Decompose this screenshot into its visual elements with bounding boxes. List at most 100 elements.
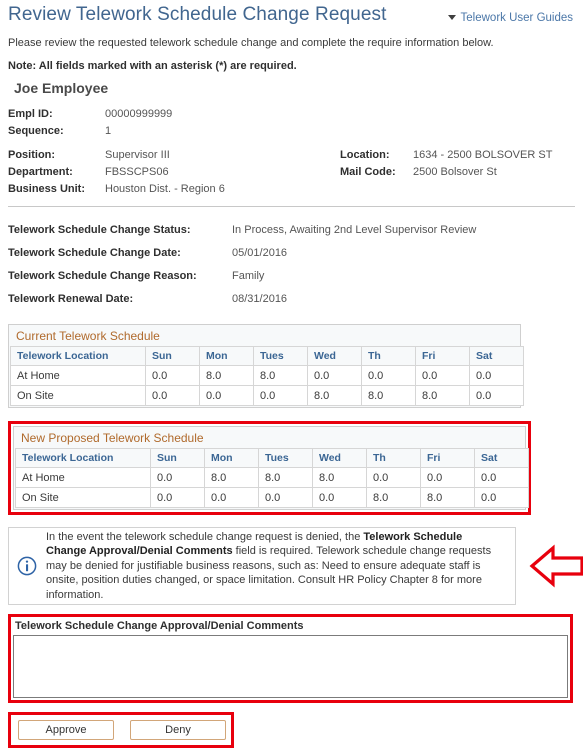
page-title: Review Telework Schedule Change Request xyxy=(8,4,387,25)
column-header-fri: Fri xyxy=(420,448,475,468)
approve-button[interactable]: Approve xyxy=(18,720,114,740)
status-block: Telework Schedule Change Status: In Proc… xyxy=(8,219,575,311)
change-status-value: In Process, Awaiting 2nd Level Superviso… xyxy=(232,224,477,236)
change-status-label: Telework Schedule Change Status: xyxy=(8,224,191,236)
cell-hours-sat: 0.0 xyxy=(474,467,529,488)
page-header: Review Telework Schedule Change Request … xyxy=(8,0,575,26)
column-header-sat: Sat xyxy=(474,448,529,468)
comments-section: Telework Schedule Change Approval/Denial… xyxy=(8,614,575,703)
cell-hours-sun: 0.0 xyxy=(145,365,200,386)
section-divider xyxy=(8,206,575,207)
proposed-schedule-section: New Proposed Telework Schedule Telework … xyxy=(8,421,575,515)
renewal-date-value: 08/31/2016 xyxy=(232,293,288,305)
cell-hours-fri: 0.0 xyxy=(415,365,470,386)
current-schedule-box: Current Telework Schedule Telework Locat… xyxy=(8,324,524,408)
cell-hours-sun: 0.0 xyxy=(145,385,200,406)
empl-id-label: Empl ID: xyxy=(8,108,53,120)
empl-id-row: Empl ID: 00000999999 xyxy=(8,106,575,123)
cell-hours-sun: 0.0 xyxy=(150,487,205,508)
proposed-schedule-table: Telework Location Sun Mon Tues Wed Th Fri Sat A… xyxy=(15,448,529,508)
cell-hours-sun: 0.0 xyxy=(150,467,205,488)
column-header-telework-location: Telework Location xyxy=(15,448,151,468)
table-header-row: Telework Location Sun Mon Tues Wed Th Fri Sat xyxy=(10,346,524,366)
cell-hours-mon: 0.0 xyxy=(199,385,254,406)
cell-hours-wed: 8.0 xyxy=(312,467,367,488)
change-date-label: Telework Schedule Change Date: xyxy=(8,247,181,259)
change-date-row: Telework Schedule Change Date: 05/01/201… xyxy=(8,242,575,265)
column-header-fri: Fri xyxy=(415,346,470,366)
cell-hours-sat: 0.0 xyxy=(469,365,524,386)
cell-hours-mon: 0.0 xyxy=(204,487,259,508)
cell-location: At Home xyxy=(15,467,151,488)
table-header-row: Telework Location Sun Mon Tues Wed Th Fri Sat xyxy=(15,448,529,468)
sequence-value: 1 xyxy=(105,125,112,137)
table-row: At Home 0.0 8.0 8.0 8.0 0.0 0.0 0.0 xyxy=(15,467,529,488)
proposed-schedule-title: New Proposed Telework Schedule xyxy=(15,428,524,448)
location-label: Location: xyxy=(340,149,390,161)
cell-hours-sat: 0.0 xyxy=(474,487,529,508)
change-reason-row: Telework Schedule Change Reason: Family xyxy=(8,265,575,288)
cell-hours-wed: 8.0 xyxy=(307,385,362,406)
comments-label: Telework Schedule Change Approval/Denial… xyxy=(15,620,304,632)
comments-textarea[interactable] xyxy=(13,635,568,698)
cell-hours-tues: 0.0 xyxy=(258,487,313,508)
actions-highlight: Approve Deny xyxy=(8,712,234,748)
info-callout-box: In the event the telework schedule chang… xyxy=(8,527,516,605)
column-header-sun: Sun xyxy=(150,448,205,468)
cell-hours-fri: 0.0 xyxy=(420,467,475,488)
telework-user-guides-link[interactable]: Telework User Guides xyxy=(447,11,575,24)
renewal-date-label: Telework Renewal Date: xyxy=(8,293,134,305)
employee-identity-block: Empl ID: 00000999999 Sequence: 1 Positio… xyxy=(8,106,575,198)
table-row: On Site 0.0 0.0 0.0 8.0 8.0 8.0 0.0 xyxy=(10,385,524,406)
cell-hours-mon: 8.0 xyxy=(199,365,254,386)
cell-hours-wed: 0.0 xyxy=(307,365,362,386)
column-header-wed: Wed xyxy=(312,448,367,468)
info-callout-text: In the event the telework schedule chang… xyxy=(46,530,505,603)
department-value: FBSSCPS06 xyxy=(105,166,169,178)
mail-code-value: 2500 Bolsover St xyxy=(413,166,497,178)
cell-hours-wed: 0.0 xyxy=(312,487,367,508)
comments-inner: Telework Schedule Change Approval/Denial… xyxy=(13,619,568,698)
deny-button[interactable]: Deny xyxy=(130,720,226,740)
column-header-wed: Wed xyxy=(307,346,362,366)
current-schedule-title: Current Telework Schedule xyxy=(10,326,519,346)
empl-id-value: 00000999999 xyxy=(105,108,173,120)
cell-location: At Home xyxy=(10,365,146,386)
change-reason-label: Telework Schedule Change Reason: xyxy=(8,270,197,282)
proposed-schedule-box: New Proposed Telework Schedule Telework … xyxy=(13,426,529,510)
cell-hours-tues: 8.0 xyxy=(253,365,308,386)
location-value: 1634 - 2500 BOLSOVER ST xyxy=(413,149,553,161)
column-header-th: Th xyxy=(366,448,421,468)
arrow-left-icon xyxy=(529,544,583,588)
actions-inner: Approve Deny xyxy=(13,717,229,743)
cell-hours-tues: 0.0 xyxy=(253,385,308,406)
mail-code-label: Mail Code: xyxy=(340,166,396,178)
column-header-mon: Mon xyxy=(204,448,259,468)
actions-section: Approve Deny xyxy=(8,712,575,748)
identity-spacer xyxy=(8,140,575,147)
column-header-th: Th xyxy=(361,346,416,366)
cell-hours-mon: 8.0 xyxy=(204,467,259,488)
cell-location: On Site xyxy=(15,487,151,508)
renewal-date-row: Telework Renewal Date: 08/31/2016 xyxy=(8,288,575,311)
sequence-label: Sequence: xyxy=(8,125,64,137)
cell-hours-th: 8.0 xyxy=(366,487,421,508)
cell-hours-fri: 8.0 xyxy=(420,487,475,508)
business-unit-row: Business Unit: Houston Dist. - Region 6 xyxy=(8,181,575,198)
column-header-tues: Tues xyxy=(258,448,313,468)
info-text-part1: In the event the telework schedule chang… xyxy=(46,530,364,543)
employee-name: Joe Employee xyxy=(14,80,109,96)
chevron-down-icon xyxy=(447,15,456,20)
cell-location: On Site xyxy=(10,385,146,406)
cell-hours-th: 8.0 xyxy=(361,385,416,406)
current-schedule-table: Telework Location Sun Mon Tues Wed Th Fri Sat A… xyxy=(10,346,524,406)
column-header-tues: Tues xyxy=(253,346,308,366)
info-callout-area: In the event the telework schedule chang… xyxy=(8,527,583,605)
business-unit-value: Houston Dist. - Region 6 xyxy=(105,183,225,195)
telework-user-guides-label: Telework User Guides xyxy=(460,11,573,24)
position-location-row: Position: Supervisor III Location: 1634 … xyxy=(8,147,575,164)
department-label: Department: xyxy=(8,166,73,178)
column-header-sun: Sun xyxy=(145,346,200,366)
cell-hours-sat: 0.0 xyxy=(469,385,524,406)
column-header-sat: Sat xyxy=(469,346,524,366)
